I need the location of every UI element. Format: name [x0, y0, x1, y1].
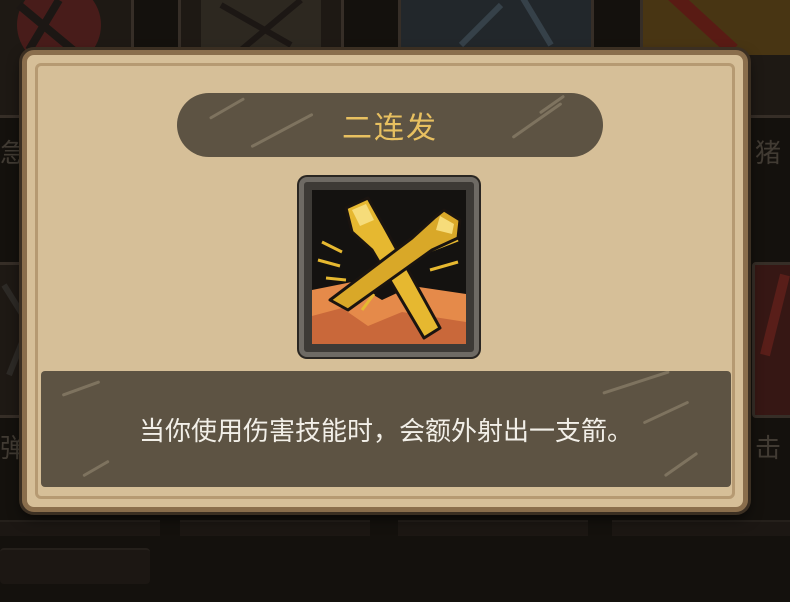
- skill-icon-frame: [299, 177, 479, 357]
- skill-title: 二连发: [342, 111, 438, 146]
- decorative-scratch: [61, 380, 101, 397]
- decorative-scratch: [642, 400, 690, 425]
- decorative-scratch: [82, 459, 110, 478]
- crossed-arrows-art: [312, 196, 466, 344]
- title-banner: 二连发: [177, 93, 603, 157]
- decorative-scratch: [663, 451, 699, 478]
- decorative-scratch: [250, 112, 314, 149]
- skill-info-dialog: 二连发 当你使用伤害技能时，会额外射出一支箭。: [22, 50, 748, 512]
- decorative-scratch: [511, 102, 563, 139]
- decorative-scratch: [208, 97, 246, 120]
- crossed-arrows-icon: [312, 190, 466, 344]
- skill-description: 当你使用伤害技能时，会额外射出一支箭。: [138, 416, 633, 447]
- description-panel: 当你使用伤害技能时，会额外射出一支箭。: [41, 371, 731, 487]
- decorative-scratch: [602, 371, 670, 395]
